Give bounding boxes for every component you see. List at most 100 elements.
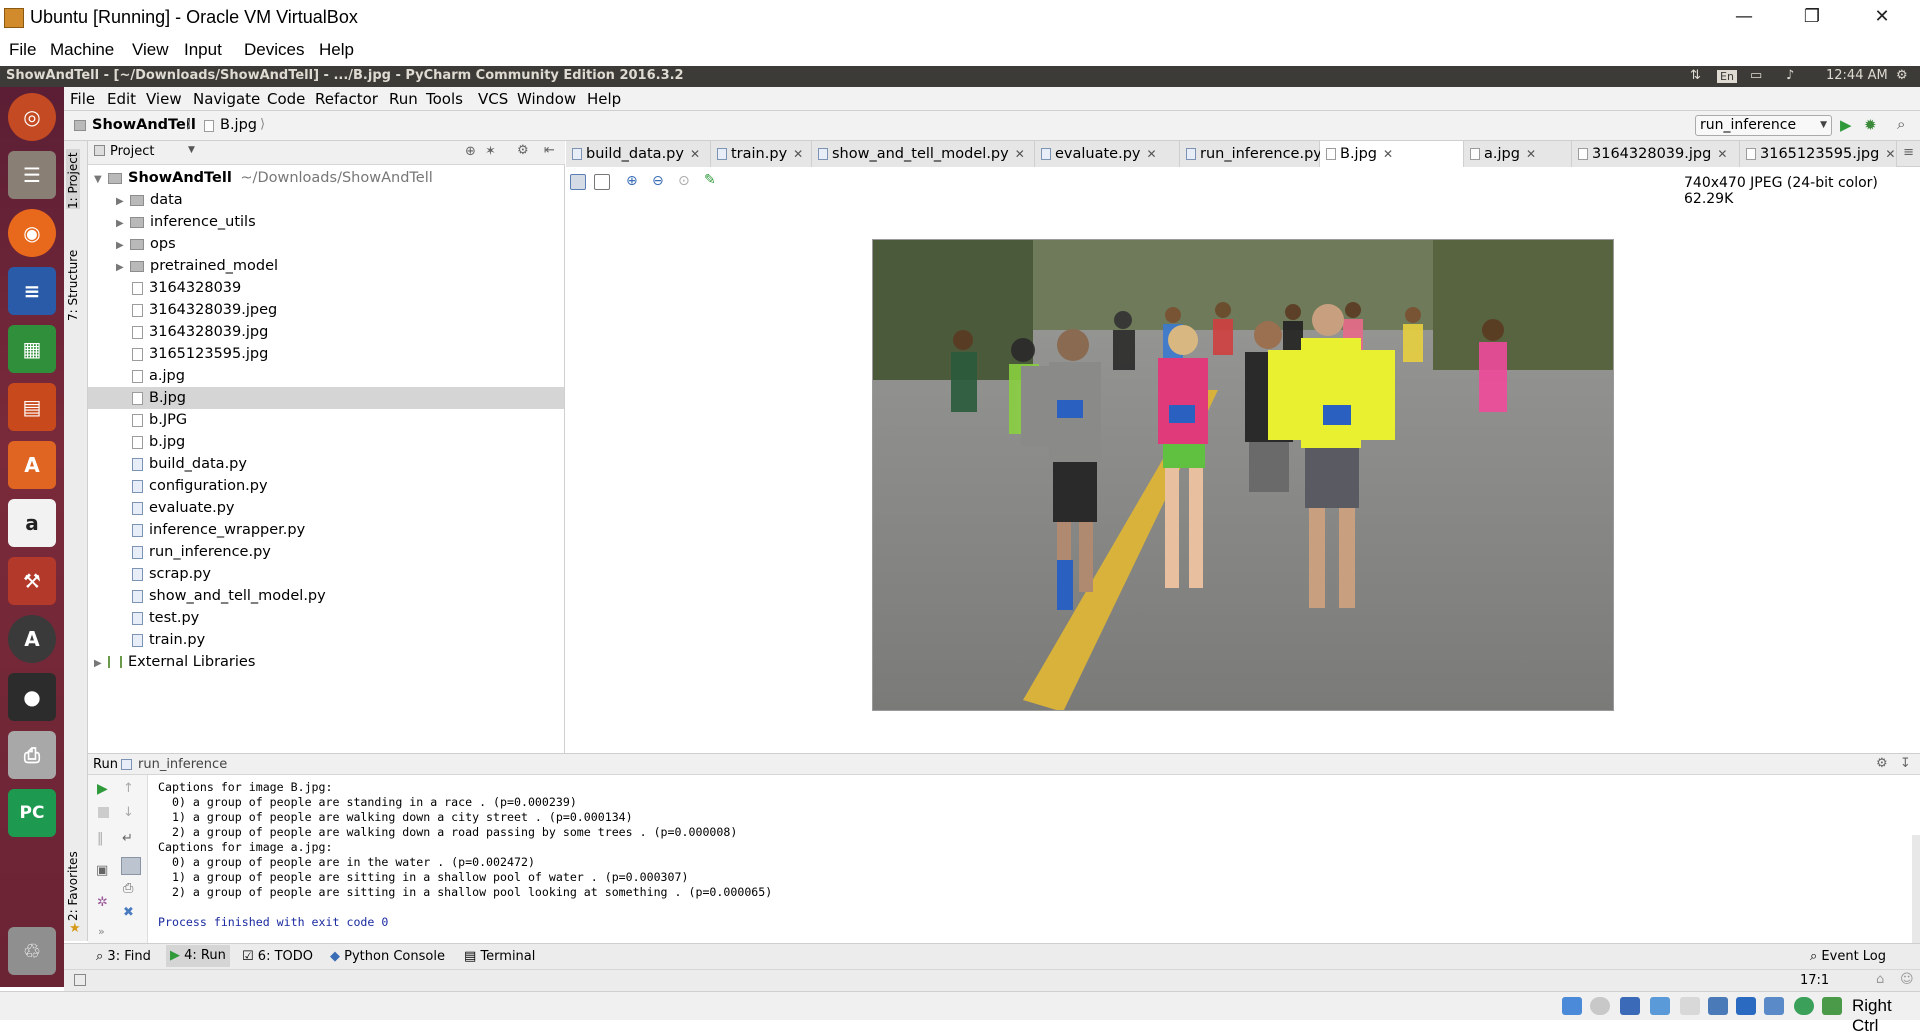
menu-file[interactable]: File bbox=[70, 90, 95, 108]
actual-size-icon[interactable]: ⊙ bbox=[678, 173, 690, 189]
tree-item[interactable]: 3164328039.jpg bbox=[88, 321, 564, 343]
close-tab-icon[interactable]: ✕ bbox=[690, 147, 700, 161]
tool-tab-python-console[interactable]: ◆ Python Console bbox=[330, 949, 445, 964]
keyboard-lang-indicator[interactable]: En bbox=[1717, 70, 1737, 83]
stop-icon[interactable] bbox=[98, 807, 109, 818]
tool-tab-run[interactable]: ▶ 4: Run bbox=[166, 945, 230, 967]
tree-item[interactable]: train.py bbox=[88, 629, 564, 651]
tab-menu-icon[interactable]: ≡ bbox=[1903, 145, 1914, 160]
firefox-icon[interactable]: ◉ bbox=[8, 209, 56, 257]
editor-tab[interactable]: 3165123595.jpg ✕ bbox=[1740, 141, 1897, 167]
pycharm-icon[interactable]: PC bbox=[8, 789, 56, 837]
menu-window[interactable]: Window bbox=[517, 90, 576, 108]
minimize-button[interactable]: — bbox=[1714, 0, 1774, 34]
host-menu-file[interactable]: File bbox=[9, 40, 36, 60]
ubuntu-dash-icon[interactable]: ◎ bbox=[8, 93, 56, 141]
expand-arrow-icon[interactable]: ▶ bbox=[116, 213, 130, 235]
files-icon[interactable]: ☰ bbox=[8, 151, 56, 199]
tree-item[interactable]: ▶ data bbox=[88, 189, 564, 211]
lock-icon[interactable]: ⌂ bbox=[1876, 972, 1884, 987]
tree-item[interactable]: run_inference.py bbox=[88, 541, 564, 563]
menu-vcs[interactable]: VCS bbox=[478, 90, 508, 108]
trash-icon[interactable]: ♲ bbox=[8, 927, 56, 975]
tree-item[interactable]: b.jpg bbox=[88, 431, 564, 453]
menu-view[interactable]: View bbox=[146, 90, 182, 108]
tree-root[interactable]: ▼ ShowAndTell ~/Downloads/ShowAndTell bbox=[88, 167, 564, 189]
editor-tab[interactable]: run_inference.py✕ bbox=[1180, 141, 1338, 167]
breadcrumb-file[interactable]: B.jpg bbox=[220, 117, 257, 133]
editor-tab[interactable]: show_and_tell_model.py ✕ bbox=[812, 141, 1035, 167]
tool-tab-todo[interactable]: ☑ 6: TODO bbox=[242, 949, 313, 964]
tree-item[interactable]: configuration.py bbox=[88, 475, 564, 497]
tool-tab-find[interactable]: ⌕ 3: Find bbox=[96, 949, 151, 964]
background-toggle-icon[interactable] bbox=[570, 174, 586, 190]
soft-wrap-icon[interactable]: ↵ bbox=[122, 831, 133, 846]
tree-item[interactable]: show_and_tell_model.py bbox=[88, 585, 564, 607]
hide-panel-icon[interactable]: ⇤ bbox=[544, 143, 555, 158]
host-menu-devices[interactable]: Devices bbox=[244, 40, 304, 60]
event-log-tab[interactable]: ⌕ Event Log bbox=[1810, 949, 1886, 964]
close-tab-icon[interactable]: ✕ bbox=[1015, 147, 1025, 161]
mouse-integration-icon[interactable] bbox=[1822, 997, 1842, 1015]
zoom-in-icon[interactable]: ⊕ bbox=[626, 173, 638, 189]
grid-toggle-icon[interactable] bbox=[594, 174, 610, 190]
run-icon[interactable]: ▶ bbox=[1840, 116, 1852, 134]
menu-refactor[interactable]: Refactor bbox=[315, 90, 378, 108]
display-icon[interactable] bbox=[1736, 997, 1756, 1015]
disk-icon[interactable]: ● bbox=[8, 673, 56, 721]
menu-run[interactable]: Run bbox=[389, 90, 418, 108]
close-tab-icon[interactable]: ✕ bbox=[1717, 147, 1727, 161]
expand-arrow-icon[interactable]: ▶ bbox=[94, 653, 108, 675]
expand-arrow-icon[interactable]: ▶ bbox=[116, 257, 130, 279]
tree-item[interactable]: ▶ ops bbox=[88, 233, 564, 255]
tree-item[interactable]: 3164328039.jpeg bbox=[88, 299, 564, 321]
print-icon[interactable]: ⎙ bbox=[123, 881, 133, 896]
project-view-label[interactable]: Project bbox=[110, 144, 154, 159]
close-tab-icon[interactable]: ✕ bbox=[793, 147, 803, 161]
tree-item[interactable]: ▶ inference_utils bbox=[88, 211, 564, 233]
battery-icon[interactable]: ▭ bbox=[1750, 68, 1762, 83]
tree-item[interactable]: build_data.py bbox=[88, 453, 564, 475]
scroll-to-end-icon[interactable] bbox=[121, 857, 141, 875]
menu-help[interactable]: Help bbox=[587, 90, 621, 108]
chevron-down-icon[interactable]: ▼ bbox=[188, 145, 195, 155]
run-config-tab[interactable]: run_inference bbox=[138, 757, 227, 772]
favorites-tool-tab[interactable]: 2: Favorites bbox=[66, 841, 80, 921]
storage-icon[interactable] bbox=[1562, 997, 1582, 1015]
optical-drive-icon[interactable] bbox=[1590, 997, 1610, 1015]
tree-item[interactable]: scrap.py bbox=[88, 563, 564, 585]
breadcrumb-project[interactable]: ShowAndTell bbox=[92, 117, 196, 133]
search-everywhere-icon[interactable]: ⌕ bbox=[1897, 115, 1905, 133]
clock[interactable]: 12:44 AM bbox=[1826, 68, 1888, 83]
expand-arrow-icon[interactable]: ▶ bbox=[116, 235, 130, 257]
close-button[interactable]: ✕ bbox=[1852, 0, 1912, 34]
gear-icon[interactable]: ⚙ bbox=[517, 143, 529, 158]
expand-arrow-icon[interactable]: ▶ bbox=[116, 191, 130, 213]
tree-item[interactable]: 3165123595.jpg bbox=[88, 343, 564, 365]
project-tool-tab[interactable]: 1: Project bbox=[66, 149, 80, 209]
pin-icon[interactable]: ✲ bbox=[97, 895, 108, 910]
libreoffice-impress-icon[interactable]: ▤ bbox=[8, 383, 56, 431]
tree-item[interactable]: test.py bbox=[88, 607, 564, 629]
restore-button[interactable]: ❐ bbox=[1782, 0, 1842, 34]
color-picker-icon[interactable]: ✎ bbox=[704, 172, 716, 188]
host-menu-view[interactable]: View bbox=[132, 40, 169, 60]
settings-gear-icon[interactable]: ⚙ bbox=[1896, 68, 1908, 83]
tree-item[interactable]: a.jpg bbox=[88, 365, 564, 387]
tree-item[interactable]: inference_wrapper.py bbox=[88, 519, 564, 541]
expand-arrow-icon[interactable]: ▼ bbox=[94, 169, 108, 191]
menu-navigate[interactable]: Navigate bbox=[193, 90, 260, 108]
down-arrow-icon[interactable]: ↓ bbox=[123, 805, 134, 820]
up-arrow-icon[interactable]: ↑ bbox=[123, 781, 134, 796]
structure-tool-tab[interactable]: 7: Structure bbox=[66, 241, 80, 321]
layout-icon[interactable]: ▣ bbox=[96, 863, 108, 878]
editor-tab[interactable]: 3164328039.jpg ✕ bbox=[1572, 141, 1740, 167]
tree-item[interactable]: b.JPG bbox=[88, 409, 564, 431]
close-tab-icon[interactable]: ✕ bbox=[1383, 147, 1393, 161]
host-menu-machine[interactable]: Machine bbox=[50, 40, 114, 60]
system-settings-icon[interactable]: ⚒ bbox=[8, 557, 56, 605]
editor-tab[interactable]: B.jpg ✕ bbox=[1320, 141, 1464, 167]
host-menu-help[interactable]: Help bbox=[319, 40, 354, 60]
video-capture-icon[interactable] bbox=[1764, 997, 1784, 1015]
rerun-icon[interactable]: ▶ bbox=[97, 781, 108, 797]
